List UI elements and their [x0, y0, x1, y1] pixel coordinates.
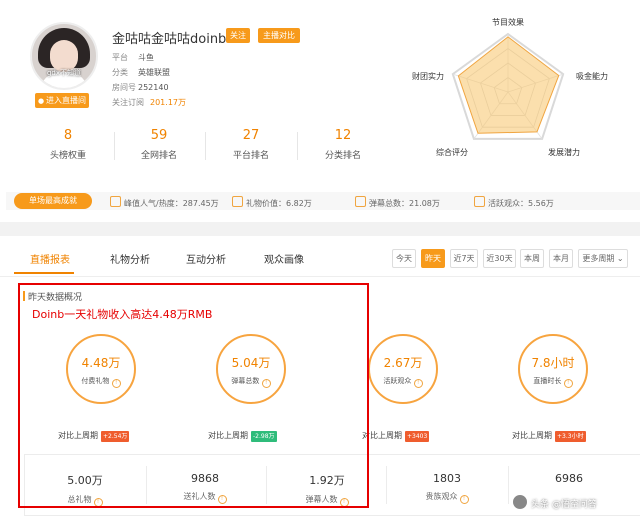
- anchor-name: 金咕咕金咕咕doinb: [112, 32, 227, 47]
- metric-live-duration: 7.8小时 直播时长 !: [518, 334, 588, 404]
- danmaku-icon: [355, 196, 366, 207]
- enter-room-label: 进入直播间: [46, 96, 87, 105]
- divider: [297, 132, 298, 160]
- period-this-month[interactable]: 本月: [549, 249, 573, 268]
- highlight-annotation-box: [18, 283, 369, 508]
- radar-label-effect: 节目效果: [492, 17, 524, 27]
- rank-weight: 8 头榜权重: [49, 128, 86, 161]
- summary-fifth-stat: 6986: [555, 472, 583, 485]
- divider: [386, 466, 387, 504]
- report-tabs: [0, 236, 640, 277]
- chevron-down-icon: ⌄: [616, 254, 624, 263]
- info-icon[interactable]: !: [459, 495, 469, 504]
- rank-global: 59 全网排名: [140, 128, 177, 161]
- radar-label-potential: 发展潜力: [548, 147, 580, 157]
- info-icon[interactable]: !: [413, 379, 423, 388]
- ability-radar-chart: 节目效果 吸金能力 发展潜力 综合评分 财团实力: [412, 17, 608, 157]
- wukong-logo-icon: [512, 494, 528, 510]
- compare-anchor-button[interactable]: 主播对比: [258, 28, 300, 43]
- period-this-week[interactable]: 本周: [520, 249, 544, 268]
- location-icon: ●: [37, 97, 45, 105]
- rank-category: 12 分类排名: [324, 128, 361, 161]
- period-yesterday[interactable]: 昨天: [421, 249, 445, 268]
- active-tab-underline: [14, 272, 74, 274]
- compare-active-audience: 对比上周期 +3403: [362, 431, 430, 442]
- info-icon[interactable]: !: [563, 379, 573, 388]
- divider: [114, 132, 115, 160]
- meta-category: 分类 英雄联盟: [112, 68, 170, 77]
- change-badge: +3403: [405, 431, 430, 442]
- radar-label-overall: 综合评分: [436, 147, 468, 157]
- fire-icon: [110, 196, 121, 207]
- radar-label-financial: 财团实力: [412, 71, 444, 81]
- meta-followers: 关注订阅 201.17万: [112, 98, 186, 107]
- rank-platform: 27 平台排名: [232, 128, 269, 161]
- tab-interaction-analysis[interactable]: 互动分析: [186, 251, 226, 266]
- divider: [508, 466, 509, 504]
- meta-platform: 平台 斗鱼: [112, 53, 154, 62]
- meta-room-id: 房间号 252140: [112, 83, 169, 92]
- best-active-audience: 活跃观众：5.56万: [474, 196, 554, 209]
- best-gift-value: 礼物价值：6.82万: [232, 196, 312, 209]
- summary-noble-viewers: 1803 贵族观众!: [392, 472, 502, 504]
- period-30-days[interactable]: 近30天: [483, 249, 516, 268]
- metric-active-audience: 2.67万 活跃观众 !: [368, 334, 438, 404]
- best-achievement-button[interactable]: 单场最高成就: [14, 193, 92, 209]
- tab-audience-profile[interactable]: 观众画像: [264, 251, 304, 266]
- compare-live-duration: 对比上周期 +3.3小时: [512, 431, 586, 442]
- enter-room-button[interactable]: ● 进入直播间: [35, 93, 89, 108]
- follow-button[interactable]: 关注: [226, 28, 250, 43]
- change-badge: +3.3小时: [555, 431, 586, 442]
- gift-icon: [232, 196, 243, 207]
- radar-label-earning: 吸金能力: [576, 71, 608, 81]
- period-more-dropdown[interactable]: 更多周期 ⌄: [578, 249, 628, 268]
- period-today[interactable]: 今天: [392, 249, 416, 268]
- audience-icon: [474, 196, 485, 207]
- best-peak-popularity: 峰值人气/热度：287.45万: [110, 196, 219, 209]
- avatar[interactable]: gdx不知道: [30, 22, 98, 90]
- divider: [205, 132, 206, 160]
- section-gap: [0, 222, 640, 236]
- tab-gift-analysis[interactable]: 礼物分析: [110, 251, 150, 266]
- watermark: 头条 @悟空问答: [512, 494, 597, 510]
- tab-live-report[interactable]: 直播报表: [30, 251, 70, 266]
- avatar-caption: gdx不知道: [46, 69, 82, 77]
- best-danmaku-total: 弹幕总数：21.08万: [355, 196, 440, 209]
- period-7-days[interactable]: 近7天: [450, 249, 478, 268]
